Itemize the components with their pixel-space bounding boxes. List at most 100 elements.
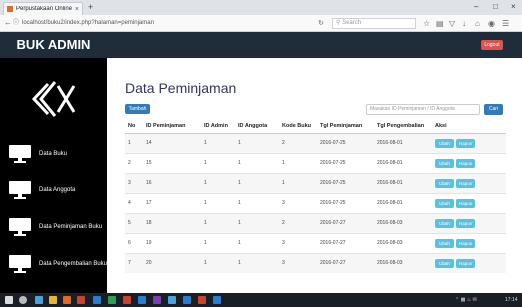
delete-button[interactable]: Hapus [456,198,475,208]
favicon-icon [7,6,13,12]
sidebar-item-data-buku[interactable]: Data Buku [0,136,107,172]
table-cell: 17 [143,192,201,213]
extension-icon[interactable]: ◉ [488,18,495,29]
sidebar-item-data-pengembalian[interactable]: Data Pengembalian Buku [0,246,107,282]
monitor-icon [9,143,31,165]
table-cell: 2016-07-27 [317,212,374,233]
firefox-icon[interactable] [63,296,71,304]
table-cell: 1 [279,152,317,173]
table-row: 7 20 1 1 3 2016-07-27 2016-08-03 Ubah Hapus [125,252,506,273]
back-icon[interactable]: ← [4,17,12,29]
table-cell: 7 [125,252,143,273]
home-icon[interactable]: ⌂ [475,18,480,29]
tray-icons[interactable]: ⌃ ▩ ♨ ✉ [455,295,477,305]
add-button[interactable]: Tambah [125,104,150,114]
edit-button[interactable]: Ubah [435,218,454,228]
edit-button[interactable]: Ubah [435,238,454,248]
table-cell-actions: Ubah Hapus [432,252,506,273]
word-icon[interactable] [93,296,101,304]
search-icon[interactable] [19,296,27,304]
column-header: ID Admin [201,120,235,134]
table-cell: 1 [201,252,235,273]
table-body: 1 14 1 1 2 2016-07-25 2016-08-01 Ubah Hapus 2 15 1 1… [125,132,506,273]
onenote-icon[interactable] [153,296,161,304]
mail-icon[interactable] [183,296,191,304]
edge-icon[interactable] [35,296,43,304]
table-cell: 2016-08-03 [374,212,432,233]
monitor-icon [9,179,31,201]
settings-icon[interactable] [213,296,221,304]
edit-button[interactable]: Ubah [435,138,454,148]
bookmark-star-icon[interactable]: ☆ [423,18,430,29]
sidebar-item-data-peminjaman[interactable]: Data Peminjaman Buku [0,209,107,245]
folder-icon[interactable] [49,296,57,304]
table-cell: 20 [143,252,201,273]
table-row: 3 16 1 1 1 2016-07-25 2016-08-01 Ubah Hapus [125,172,506,193]
delete-button[interactable]: Hapus [456,258,475,268]
table-cell: 1 [235,212,279,233]
tab-close-icon[interactable]: × [75,6,79,13]
column-header: ID Peminjaman [143,120,201,134]
table-cell: 2016-08-01 [374,172,432,193]
powerpoint-icon[interactable] [123,296,131,304]
delete-button[interactable]: Hapus [456,158,475,168]
reading-list-icon[interactable]: ▤ [436,18,444,29]
tab-title: Perpustakaan Online [16,6,72,12]
table-cell-actions: Ubah Hapus [432,152,506,173]
table-cell: 2 [125,152,143,173]
search-input[interactable]: Masukan ID Peminjaman / ID Anggota [366,104,480,115]
close-window-icon[interactable]: × [511,1,516,13]
table-cell: 1 [125,132,143,153]
outlook-icon[interactable] [138,296,146,304]
table-cell: 2016-07-25 [317,132,374,153]
table-cell-actions: Ubah Hapus [432,232,506,253]
logout-button[interactable]: Logout [481,40,503,50]
table-cell: 19 [143,232,201,253]
reload-icon[interactable]: ↻ [318,18,324,29]
table-cell: 15 [143,152,201,173]
search-button[interactable]: Cari [484,104,503,115]
maximize-icon[interactable]: □ [493,1,498,13]
table-cell: 1 [201,132,235,153]
edit-button[interactable]: Ubah [435,258,454,268]
monitor-icon [9,253,31,275]
delete-button[interactable]: Hapus [456,138,475,148]
start-icon[interactable] [5,296,13,304]
logo [0,64,107,134]
table-cell: 16 [143,172,201,193]
brand-title[interactable]: BUK ADMIN [0,32,107,58]
sidebar-item-data-anggota[interactable]: Data Anggota [0,172,107,208]
table-cell: 1 [235,252,279,273]
app-icon[interactable] [77,296,85,304]
minimize-icon[interactable]: – [474,1,478,13]
edit-button[interactable]: Ubah [435,178,454,188]
search-icon: ⚲ [336,20,341,26]
table-cell: 2016-07-25 [317,172,374,193]
table-cell: 6 [125,232,143,253]
browser-toolbar: ← ⓘ localhost/buku2/index.php?halaman=pe… [0,15,522,32]
browser-search-input[interactable]: ⚲ Search [332,18,416,29]
column-header: No [125,120,143,134]
edit-button[interactable]: Ubah [435,158,454,168]
new-tab-icon[interactable]: + [88,2,93,13]
menu-icon[interactable]: ☰ [502,18,509,29]
store-icon[interactable] [168,296,176,304]
pocket-icon[interactable]: ▽ [449,18,455,29]
page-title: Data Peminjaman [125,80,237,96]
excel-icon[interactable] [108,296,116,304]
address-bar[interactable]: localhost/buku2/index.php?halaman=peminj… [22,18,322,29]
edit-button[interactable]: Ubah [435,198,454,208]
delete-button[interactable]: Hapus [456,178,475,188]
column-header: Tgl Peminjaman [317,120,374,134]
table-cell: 2016-07-25 [317,152,374,173]
table-cell: 1 [235,132,279,153]
delete-button[interactable]: Hapus [456,238,475,248]
table-cell: 3 [279,192,317,213]
table-cell: 1 [201,172,235,193]
download-icon[interactable]: ↓ [462,18,466,29]
info-icon[interactable]: ⓘ [13,17,19,29]
browser-tab[interactable]: Perpustakaan Online × [3,2,83,15]
media-icon[interactable] [198,296,206,304]
delete-button[interactable]: Hapus [456,218,475,228]
table-cell: 1 [235,232,279,253]
